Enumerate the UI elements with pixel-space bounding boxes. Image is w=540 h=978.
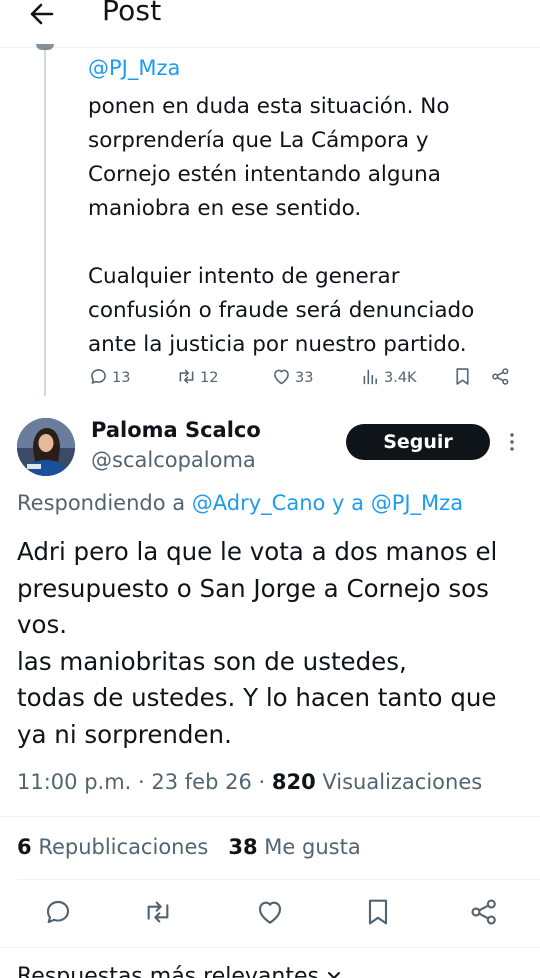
mention-link[interactable]: @PJ_Mza xyxy=(88,56,180,80)
vertical-dots-icon[interactable] xyxy=(505,430,519,454)
page-title: Post xyxy=(102,0,162,27)
share-button[interactable] xyxy=(468,896,500,928)
divider xyxy=(0,816,540,817)
speech-bubble-icon xyxy=(42,900,74,932)
post-metadata: 11:00 p.m. · 23 feb 26 · 820 Visualizaci… xyxy=(17,770,483,794)
views-number: 820 xyxy=(271,770,316,794)
reply-button[interactable] xyxy=(42,896,74,928)
speech-bubble-icon xyxy=(88,366,112,391)
bookmark-button[interactable] xyxy=(452,364,476,392)
follow-button[interactable]: Seguir xyxy=(346,424,490,460)
views-label: Visualizaciones xyxy=(322,770,483,794)
back-arrow-icon[interactable] xyxy=(22,0,62,34)
mention-link[interactable]: @Adry_Cano xyxy=(192,491,326,515)
avatar[interactable] xyxy=(17,418,75,476)
replying-to: Respondiendo a @Adry_Cano y a @PJ_Mza xyxy=(17,491,463,515)
replies-sort-label: Respuestas más relevantes xyxy=(17,964,319,978)
author-handle[interactable]: @scalcopaloma xyxy=(91,448,256,472)
likes-label[interactable]: Me gusta xyxy=(264,835,360,859)
repost-arrows-icon xyxy=(176,366,200,391)
replies-sort-dropdown[interactable]: Respuestas más relevantes xyxy=(17,964,342,978)
share-nodes-icon xyxy=(490,366,514,391)
reposts-label[interactable]: Republicaciones xyxy=(38,835,208,859)
bar-chart-icon xyxy=(360,366,384,391)
post-actions xyxy=(0,896,540,932)
like-button[interactable]: 33 xyxy=(271,364,313,392)
bookmark-icon xyxy=(452,366,476,391)
chevron-down-icon xyxy=(326,964,342,978)
post-text: Adri pero la que le vota a dos manos el … xyxy=(17,537,498,749)
share-button[interactable] xyxy=(490,364,514,392)
like-count: 33 xyxy=(295,370,314,386)
replying-prefix: Respondiendo a xyxy=(17,491,192,515)
repost-button[interactable] xyxy=(142,896,174,928)
reply-button[interactable]: 13 xyxy=(88,364,130,392)
reply-count: 13 xyxy=(112,370,131,386)
bookmark-icon xyxy=(362,899,394,932)
thread-line xyxy=(44,48,46,396)
divider xyxy=(18,879,540,880)
author-name[interactable]: Paloma Scalco xyxy=(91,418,261,442)
repost-arrows-icon xyxy=(142,901,174,932)
views-count: 3.4K xyxy=(384,370,417,386)
reposts-number[interactable]: 6 xyxy=(17,835,32,859)
mention-link[interactable]: @PJ_Mza xyxy=(371,491,463,515)
bookmark-button[interactable] xyxy=(362,896,394,928)
post-time: 11:00 p.m. xyxy=(17,770,132,794)
share-nodes-icon xyxy=(468,899,500,932)
divider xyxy=(0,947,540,948)
thread-connector xyxy=(36,44,54,50)
repost-count: 12 xyxy=(200,370,219,386)
post-date: 23 feb 26 xyxy=(151,770,252,794)
repost-button[interactable]: 12 xyxy=(176,364,218,392)
likes-number[interactable]: 38 xyxy=(228,835,257,859)
replying-conjunction: y a xyxy=(325,491,371,515)
heart-icon xyxy=(254,901,286,932)
post-stats: 6 Republicaciones 38 Me gusta xyxy=(17,835,361,859)
top-bar: Post xyxy=(0,0,540,48)
previous-post-text: ponen en duda esta situación. No sorpren… xyxy=(88,94,475,357)
like-button[interactable] xyxy=(254,896,286,928)
heart-icon xyxy=(271,366,295,391)
previous-post-actions: 13 12 33 3.4K xyxy=(88,364,528,392)
views-button[interactable]: 3.4K xyxy=(360,364,417,392)
